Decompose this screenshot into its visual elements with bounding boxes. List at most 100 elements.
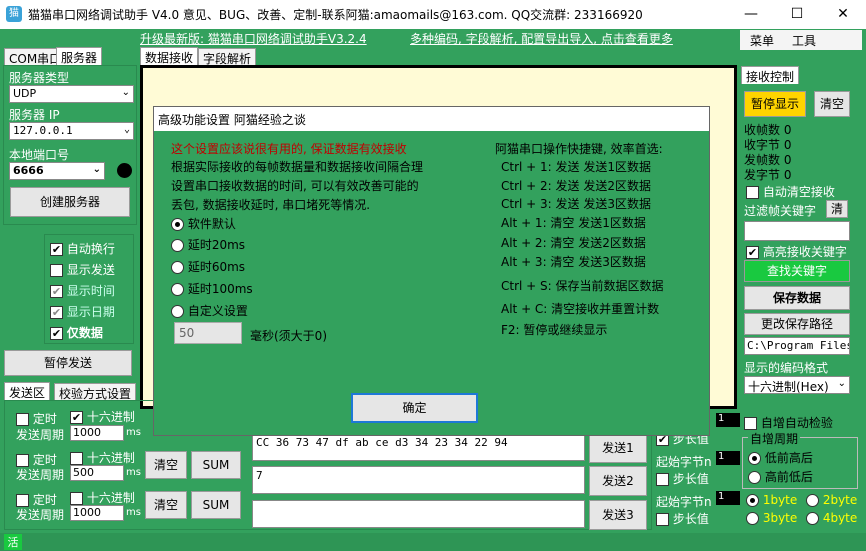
send-bytes-label: 发字节 0 <box>744 166 791 183</box>
step-checkbox-3[interactable]: 步长值 <box>656 510 709 527</box>
option-data-only[interactable]: ✔ 仅数据 <box>50 324 103 341</box>
encoding-select[interactable]: 十六进制(Hex) ⌄ <box>744 376 850 394</box>
menu-item-menu[interactable]: 菜单 <box>750 32 774 49</box>
pause-display-button[interactable]: 暂停显示 <box>744 91 806 117</box>
server-ip-select[interactable]: 127.0.0.1 ⌄ <box>9 122 134 140</box>
create-server-button[interactable]: 创建服务器 <box>10 187 130 217</box>
timed-label: 定时 <box>32 412 57 426</box>
send-frames-text: 发帧数 <box>744 153 781 167</box>
radio-low-high[interactable]: 低前高后 <box>748 449 813 466</box>
status-indicator: 活 <box>4 534 22 550</box>
clear-receive-button[interactable]: 清空 <box>814 91 850 117</box>
b3-label: 3byte <box>762 511 798 525</box>
radio-1byte[interactable]: 1byte <box>746 493 797 507</box>
radio-icon <box>748 452 761 465</box>
auto-checksum-checkbox[interactable]: 自增自动检验 <box>744 414 833 431</box>
filter-input[interactable] <box>744 221 850 241</box>
server-type-select[interactable]: UDP ⌄ <box>9 85 134 103</box>
value-field-3[interactable]: 1 <box>716 491 740 505</box>
radio-icon <box>748 471 761 484</box>
radio-3byte[interactable]: 3byte <box>746 511 797 525</box>
tab-send-area[interactable]: 发送区 <box>4 382 51 400</box>
timed-label: 定时 <box>32 453 57 467</box>
option-auto-wrap[interactable]: ✔ 自动换行 <box>50 240 115 257</box>
auto-clear-checkbox[interactable]: 自动清空接收 <box>746 183 835 200</box>
checkbox-icon <box>70 452 83 465</box>
tab-field-parse[interactable]: 字段解析 <box>198 48 257 66</box>
tab-checksum[interactable]: 校验方式设置 <box>54 383 137 401</box>
clear-3-button[interactable]: 清空 <box>145 491 187 519</box>
find-keyword-button[interactable]: 查找关键字 <box>744 260 850 282</box>
send-input-1[interactable]: CC 36 73 47 df ab ce d3 34 23 34 22 94 <box>252 433 585 461</box>
shortcut-3: Ctrl + 3: 发送 发送3区数据 <box>501 197 651 211</box>
radio-4byte[interactable]: 4byte <box>806 511 857 525</box>
high-low-label: 高前低后 <box>764 470 813 484</box>
auto-period-label: 自增周期 <box>748 430 801 447</box>
value-field-1[interactable]: 1 <box>716 413 740 427</box>
radio-high-low[interactable]: 高前低后 <box>748 468 813 485</box>
recv-bytes-value: 0 <box>783 138 792 152</box>
sum-2-button[interactable]: SUM <box>191 451 241 479</box>
upgrade-link[interactable]: 升级最新版: 猫猫串口网络调试助手V3.2.4 <box>140 30 367 47</box>
radio-icon <box>171 218 184 231</box>
option-label: 显示时间 <box>66 284 115 298</box>
shortcut-1: Ctrl + 1: 发送 发送1区数据 <box>501 160 651 174</box>
send-input-3[interactable] <box>252 500 585 528</box>
server-type-value: UDP <box>13 87 37 100</box>
dialog-desc-2: 设置串口接收数据的时间, 可以有效改善可能的 <box>171 179 419 193</box>
maximize-button[interactable]: ☐ <box>774 0 820 29</box>
pause-send-button[interactable]: 暂停发送 <box>4 350 132 376</box>
option-label: 自动换行 <box>66 242 115 256</box>
period-input-3[interactable]: 1000 <box>70 505 124 521</box>
custom-delay-input[interactable]: 50 <box>174 322 242 344</box>
features-link[interactable]: 多种编码, 字段解析, 配置导出导入, 点击查看更多 <box>410 30 673 47</box>
low-high-label: 低前高后 <box>764 451 813 465</box>
option-show-time[interactable]: ✔ 显示时间 <box>50 282 115 299</box>
hex-checkbox-1[interactable]: ✔ 十六进制 <box>70 408 135 425</box>
option-custom[interactable]: 自定义设置 <box>171 302 248 319</box>
shortcut-4: Alt + 1: 清空 发送1区数据 <box>501 216 646 230</box>
tab-data-receive[interactable]: 数据接收 <box>140 47 199 65</box>
save-path-field[interactable]: C:\Program Files <box>744 337 850 355</box>
option-20ms[interactable]: 延时20ms <box>171 236 245 253</box>
local-port-select[interactable]: 6666 ⌄ <box>9 162 105 180</box>
option-show-send[interactable]: 显示发送 <box>50 261 115 278</box>
step-label: 步长值 <box>672 472 709 486</box>
window-title: 猫猫串口网络调试助手 V4.0 意见、BUG、改善、定制-联系阿猫:amaoma… <box>28 8 643 22</box>
send-input-2[interactable]: 7 <box>252 466 585 494</box>
option-60ms[interactable]: 延时60ms <box>171 258 245 275</box>
filter-label: 过滤帧关键字 <box>744 204 817 218</box>
recv-bytes-text: 收字节 <box>744 138 781 152</box>
sum-3-button[interactable]: SUM <box>191 491 241 519</box>
tab-server[interactable]: 服务器 <box>56 47 103 65</box>
step-checkbox-2[interactable]: 步长值 <box>656 470 709 487</box>
save-data-button[interactable]: 保存数据 <box>744 286 850 310</box>
filter-clear-button[interactable]: 清 <box>826 200 848 218</box>
send-2-button[interactable]: 发送2 <box>589 466 647 496</box>
radio-2byte[interactable]: 2byte <box>806 493 857 507</box>
highlight-checkbox[interactable]: ✔ 高亮接收关键字 <box>746 243 847 260</box>
checkbox-icon: ✔ <box>50 243 63 256</box>
tab-receive-control[interactable]: 接收控制 <box>741 66 800 84</box>
hex-checkbox-3[interactable]: 十六进制 <box>70 489 135 506</box>
period-input-1[interactable]: 1000 <box>70 425 124 441</box>
shortcut-5: Alt + 2: 清空 发送2区数据 <box>501 236 646 250</box>
hex-checkbox-2[interactable]: 十六进制 <box>70 449 135 466</box>
ok-button[interactable]: 确定 <box>351 393 478 423</box>
send-1-button[interactable]: 发送1 <box>589 433 647 463</box>
send-3-button[interactable]: 发送3 <box>589 500 647 530</box>
option-show-date[interactable]: ✔ 显示日期 <box>50 303 115 320</box>
status-bar <box>0 533 866 551</box>
menu-item-tools[interactable]: 工具 <box>792 32 816 49</box>
period-input-2[interactable]: 500 <box>70 465 124 481</box>
option-default[interactable]: 软件默认 <box>171 215 236 232</box>
minimize-button[interactable]: — <box>728 0 774 29</box>
option-100ms[interactable]: 延时100ms <box>171 280 253 297</box>
value-field-2[interactable]: 1 <box>716 451 740 465</box>
timed-checkbox-1[interactable]: 定时 <box>16 410 57 427</box>
clear-2-button[interactable]: 清空 <box>145 451 187 479</box>
change-path-button[interactable]: 更改保存路径 <box>744 313 850 335</box>
close-button[interactable]: ✕ <box>820 0 866 29</box>
app-icon: 猫 <box>6 6 22 22</box>
checkbox-icon <box>656 473 669 486</box>
